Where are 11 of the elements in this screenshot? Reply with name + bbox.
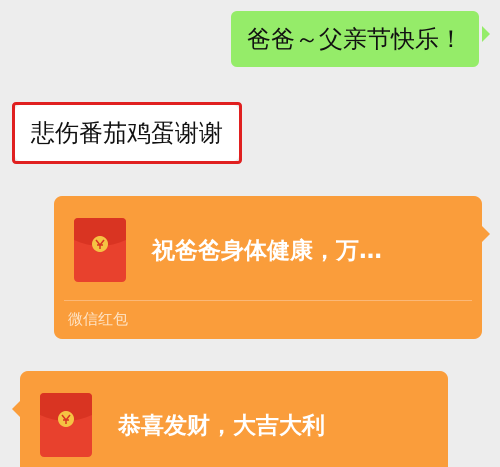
lucky-money-card[interactable]: 祝爸爸身体健康，万… 微信红包 xyxy=(54,196,482,339)
bubble-tail xyxy=(482,226,490,242)
gift-label: 微信红包 xyxy=(68,310,128,328)
envelope-icon xyxy=(74,218,126,282)
lucky-money-card[interactable]: 恭喜发财，大吉大利 xyxy=(20,371,448,467)
bubble-tail xyxy=(482,26,490,42)
message-bubble: 爸爸～父亲节快乐！ xyxy=(231,11,479,67)
message-bubble: 悲伤番茄鸡蛋谢谢 xyxy=(15,105,239,161)
gift-greeting: 祝爸爸身体健康，万… xyxy=(152,236,382,266)
gift-greeting: 恭喜发财，大吉大利 xyxy=(118,412,325,440)
envelope-icon xyxy=(40,393,92,457)
